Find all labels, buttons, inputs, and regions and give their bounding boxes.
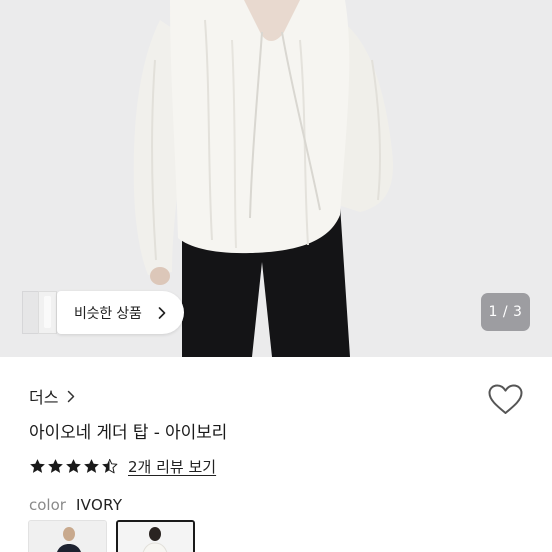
similar-products-button[interactable]: 비슷한 상품 bbox=[22, 291, 184, 334]
color-swatch[interactable] bbox=[28, 520, 107, 552]
similar-products-label: 비슷한 상품 bbox=[74, 305, 142, 322]
chevron-right-icon bbox=[68, 390, 75, 402]
brand-link[interactable]: 더스 bbox=[29, 384, 75, 408]
rating-row: 2개 리뷰 보기 bbox=[29, 456, 216, 476]
product-image-gallery[interactable]: 비슷한 상품 1 / 3 bbox=[0, 0, 552, 357]
star-half-icon bbox=[102, 458, 118, 473]
star-icon bbox=[48, 458, 63, 473]
color-label: color bbox=[29, 496, 66, 514]
star-icon bbox=[66, 458, 81, 473]
similar-products-pill[interactable]: 비슷한 상품 bbox=[57, 291, 184, 334]
color-value: IVORY bbox=[75, 496, 123, 514]
review-link[interactable]: 2개 리뷰 보기 bbox=[128, 456, 216, 477]
color-swatch-selected[interactable] bbox=[116, 520, 195, 552]
image-counter: 1 / 3 bbox=[481, 293, 530, 331]
similar-thumbnail bbox=[38, 291, 57, 334]
color-option-row: color IVORY bbox=[29, 496, 122, 514]
star-icon bbox=[84, 458, 99, 473]
product-title: 아이오네 게더 탑 - 아이보리 bbox=[29, 423, 228, 443]
swatch-photo bbox=[29, 521, 106, 552]
swatch-photo bbox=[118, 522, 193, 552]
chevron-right-icon bbox=[158, 307, 166, 319]
brand-name: 더스 bbox=[29, 388, 59, 407]
star-icon bbox=[30, 458, 45, 473]
heart-outline-icon[interactable] bbox=[487, 383, 524, 416]
star-rating bbox=[29, 458, 119, 475]
